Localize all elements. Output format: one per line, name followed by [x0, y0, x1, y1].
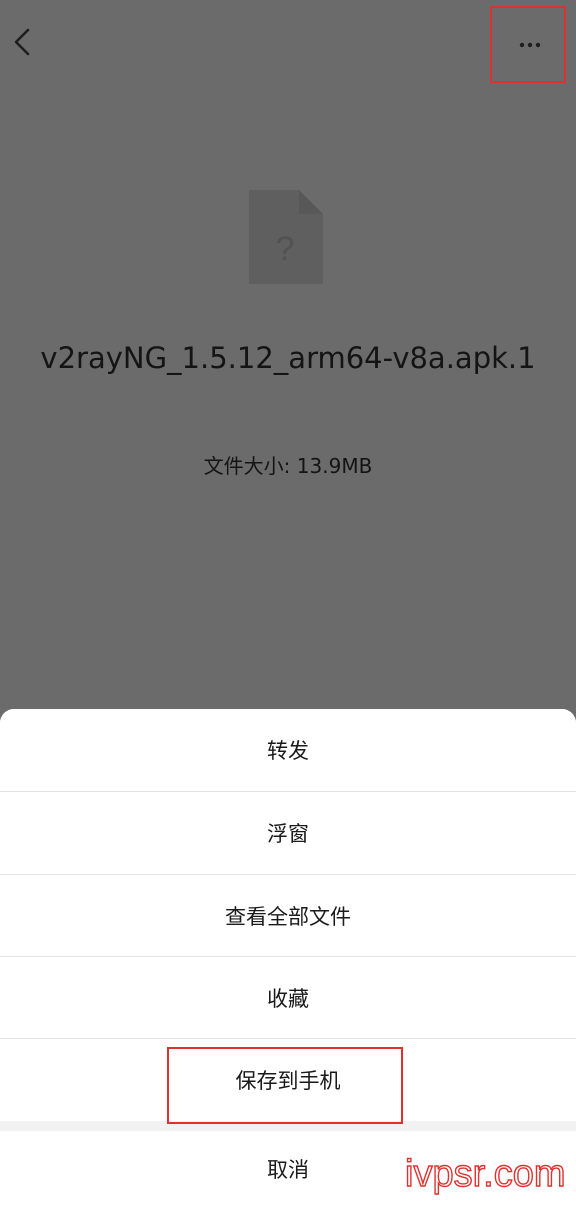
- more-horizontal-icon: [519, 42, 541, 48]
- watermark-text: ivpsr.com: [405, 1153, 565, 1195]
- sheet-separator: [0, 1121, 576, 1131]
- svg-text:?: ?: [276, 230, 295, 268]
- action-sheet: 转发 浮窗 查看全部文件 收藏 保存到手机 取消: [0, 709, 576, 1207]
- unknown-file-icon: ?: [249, 190, 323, 284]
- more-button[interactable]: [490, 6, 566, 83]
- forward-button[interactable]: 转发: [0, 709, 576, 791]
- view-all-files-button[interactable]: 查看全部文件: [0, 875, 576, 957]
- save-to-phone-button[interactable]: 保存到手机: [0, 1039, 576, 1121]
- chevron-left-icon: [14, 28, 30, 56]
- file-name: v2rayNG_1.5.12_arm64-v8a.apk.1: [40, 341, 536, 375]
- watermark-logo: ivpsr.com: [405, 1152, 566, 1195]
- floating-window-button[interactable]: 浮窗: [0, 792, 576, 874]
- favorite-button[interactable]: 收藏: [0, 957, 576, 1039]
- file-size: 文件大小: 13.9MB: [203, 454, 373, 478]
- file-preview-page: ? v2rayNG_1.5.12_arm64-v8a.apk.1 文件大小: 1…: [0, 0, 576, 1207]
- back-button[interactable]: [8, 22, 40, 62]
